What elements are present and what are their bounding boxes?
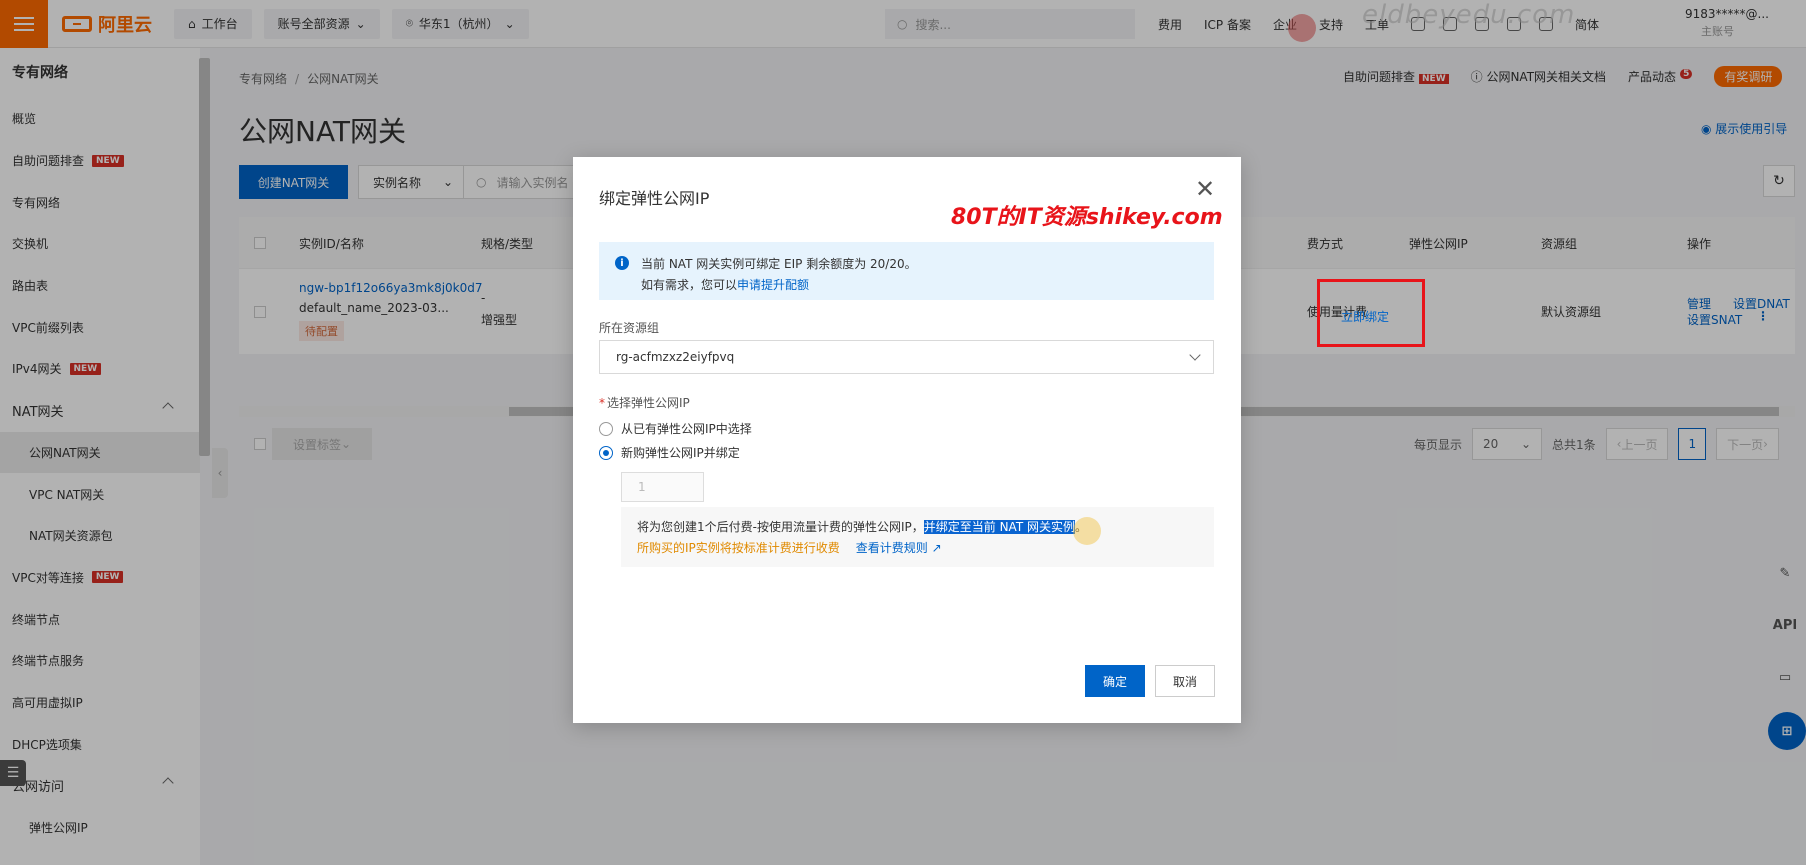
eip-label-text: 选择弹性公网IP xyxy=(607,396,690,410)
option-existing-eip[interactable]: 从已有弹性公网IP中选择 xyxy=(599,420,752,437)
cancel-button[interactable]: 取消 xyxy=(1155,665,1215,697)
option-existing-label: 从已有弹性公网IP中选择 xyxy=(621,422,752,436)
confirm-button[interactable]: 确定 xyxy=(1085,665,1145,697)
resource-group-value: rg-acfmzxz2eiyfpvq xyxy=(616,350,735,364)
billing-warning: 所购买的IP实例将按标准计费进行收费 xyxy=(637,541,840,555)
purchase-notice: 将为您创建1个后付费-按使用流量计费的弹性公网IP，并绑定至当前 NAT 网关实… xyxy=(621,507,1214,567)
cursor-indicator xyxy=(1073,517,1101,545)
quota-info-box: i 当前 NAT 网关实例可绑定 EIP 剩余额度为 20/20。 如有需求，您… xyxy=(599,242,1214,300)
info-icon: i xyxy=(615,256,629,270)
notice-line-2: 所购买的IP实例将按标准计费进行收费 查看计费规则 ↗ xyxy=(637,538,1214,559)
dialog-title: 绑定弹性公网IP xyxy=(599,189,710,208)
billing-rules-link[interactable]: 查看计费规则 ↗ xyxy=(856,541,942,555)
quota-request-prefix: 如有需求，您可以 xyxy=(641,278,738,292)
radio-new[interactable] xyxy=(599,445,613,460)
required-mark: * xyxy=(599,396,605,410)
option-new-label: 新购弹性公网IP并绑定 xyxy=(621,446,740,460)
bind-eip-dialog: 绑定弹性公网IP ✕ 80T的IT资源shikey.com i 当前 NAT 网… xyxy=(573,157,1241,723)
notice-highlight: 并绑定至当前 NAT 网关实例 xyxy=(923,520,1075,534)
quota-request-line: 如有需求，您可以申请提升配额 xyxy=(641,275,1214,296)
notice-line-1: 将为您创建1个后付费-按使用流量计费的弹性公网IP，并绑定至当前 NAT 网关实… xyxy=(637,517,1214,538)
quota-info-text: 当前 NAT 网关实例可绑定 EIP 剩余额度为 20/20。 xyxy=(641,257,917,271)
billing-rules-label: 查看计费规则 xyxy=(855,541,928,555)
bind-now-link[interactable]: 立即绑定 xyxy=(1341,308,1389,325)
option-new-eip[interactable]: 新购弹性公网IP并绑定 xyxy=(599,444,740,461)
eip-quantity-input[interactable]: 1 xyxy=(621,472,704,502)
resource-group-select[interactable]: rg-acfmzxz2eiyfpvq xyxy=(599,340,1214,374)
eip-label: * 选择弹性公网IP xyxy=(599,394,690,411)
chevron-down-icon xyxy=(1189,349,1201,361)
request-quota-link[interactable]: 申请提升配额 xyxy=(737,278,809,292)
notice-text: 将为您创建1个后付费-按使用流量计费的弹性公网IP， xyxy=(637,520,924,534)
dialog-watermark: 80T的IT资源shikey.com xyxy=(951,205,1223,230)
resource-group-label: 所在资源组 xyxy=(599,321,660,335)
radio-existing[interactable] xyxy=(599,421,613,436)
